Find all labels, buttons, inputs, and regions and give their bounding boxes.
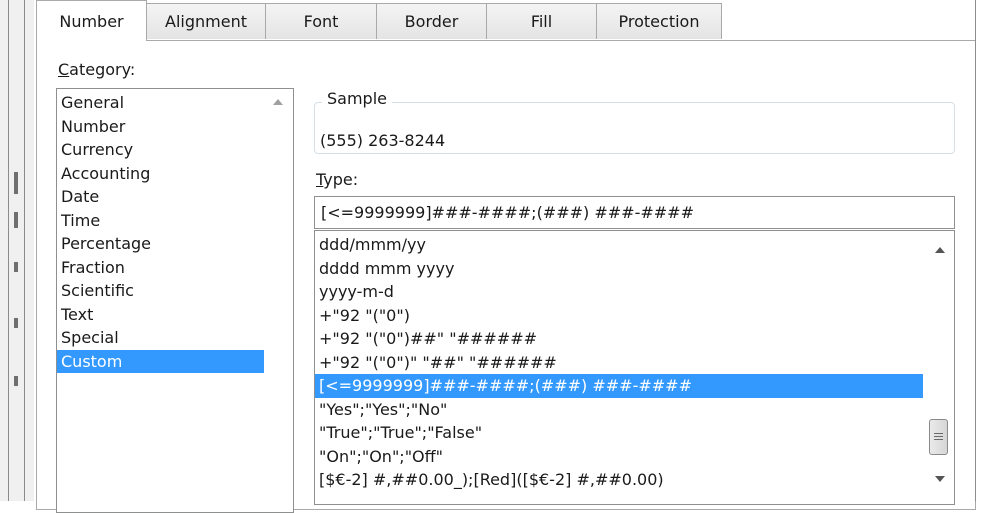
tab-fill[interactable]: Fill xyxy=(486,3,597,39)
tab-label: Font xyxy=(303,12,339,31)
format-item[interactable]: "True";"True";"False" xyxy=(315,421,923,445)
thumb-grip xyxy=(934,433,943,434)
category-item-number[interactable]: Number xyxy=(57,115,264,139)
format-scroll-down-icon[interactable] xyxy=(935,476,945,482)
type-label: Type: xyxy=(316,170,358,189)
format-item[interactable]: "Yes";"Yes";"No" xyxy=(315,398,923,422)
frame-mark xyxy=(14,318,18,328)
category-item-special[interactable]: Special xyxy=(57,326,264,350)
category-label-text: ategory: xyxy=(69,60,136,79)
frame-mark xyxy=(14,376,18,386)
category-list[interactable]: General Number Currency Accounting Date … xyxy=(56,88,294,513)
thumb-grip xyxy=(934,436,943,437)
format-item[interactable]: +"92 "("0") xyxy=(315,304,923,328)
format-code-items: ddd/mmm/yy dddd mmm yyyy yyyy-m-d +"92 "… xyxy=(315,233,923,492)
tab-number[interactable]: Number xyxy=(36,0,147,41)
type-label-text: ype: xyxy=(323,170,359,189)
tab-border[interactable]: Border xyxy=(376,3,487,39)
type-input[interactable]: [<=9999999]###-####;(###) ###-#### xyxy=(314,196,955,229)
category-item-time[interactable]: Time xyxy=(57,209,264,233)
tab-label: Alignment xyxy=(165,12,247,31)
category-scroll-up-icon[interactable] xyxy=(273,99,283,105)
format-scroll-up-icon[interactable] xyxy=(935,247,945,253)
thumb-grip xyxy=(934,439,943,440)
tab-label: Protection xyxy=(618,12,700,31)
tab-label: Fill xyxy=(530,12,553,31)
format-item[interactable]: +"92 "("0")##" "###### xyxy=(315,327,923,351)
window-frame-left xyxy=(0,0,34,501)
format-item[interactable]: "On";"On";"Off" xyxy=(315,445,923,469)
tab-label: Border xyxy=(404,12,459,31)
category-item-scientific[interactable]: Scientific xyxy=(57,279,264,303)
window-frame-right xyxy=(975,0,976,501)
frame-mark xyxy=(14,262,18,272)
frame-divider xyxy=(24,0,25,501)
format-item-selected[interactable]: [<=9999999]###-####;(###) ###-#### xyxy=(315,374,923,398)
sample-legend: Sample xyxy=(322,89,392,108)
category-item-fraction[interactable]: Fraction xyxy=(57,256,264,280)
tab-alignment[interactable]: Alignment xyxy=(146,3,266,39)
category-item-currency[interactable]: Currency xyxy=(57,138,264,162)
category-label: Category: xyxy=(58,60,135,79)
category-item-accounting[interactable]: Accounting xyxy=(57,162,264,186)
tab-font[interactable]: Font xyxy=(265,3,377,39)
category-item-general[interactable]: General xyxy=(57,91,264,115)
category-item-date[interactable]: Date xyxy=(57,185,264,209)
frame-divider xyxy=(8,0,9,501)
category-label-mnemonic: C xyxy=(58,60,70,79)
category-item-text[interactable]: Text xyxy=(57,303,264,327)
frame-mark xyxy=(14,212,18,228)
format-item[interactable]: ddd/mmm/yy xyxy=(315,233,923,257)
category-items: General Number Currency Accounting Date … xyxy=(57,91,264,373)
format-item[interactable]: +"92 "("0")" "##" "###### xyxy=(315,351,923,375)
format-item[interactable]: [$€-2] #,##0.00_);[Red]([$€-2] #,##0.00) xyxy=(315,468,923,492)
tab-protection[interactable]: Protection xyxy=(596,3,722,39)
format-item[interactable]: dddd mmm yyyy xyxy=(315,257,923,281)
frame-mark xyxy=(14,172,18,194)
sample-value: (555) 263-8244 xyxy=(320,131,446,150)
format-item[interactable]: yyyy-m-d xyxy=(315,280,923,304)
format-scroll-thumb[interactable] xyxy=(929,419,948,455)
tab-label: Number xyxy=(59,11,124,31)
category-item-percentage[interactable]: Percentage xyxy=(57,232,264,256)
category-item-custom[interactable]: Custom xyxy=(57,349,264,373)
format-code-list[interactable]: ddd/mmm/yy dddd mmm yyyy yyyy-m-d +"92 "… xyxy=(314,230,955,505)
